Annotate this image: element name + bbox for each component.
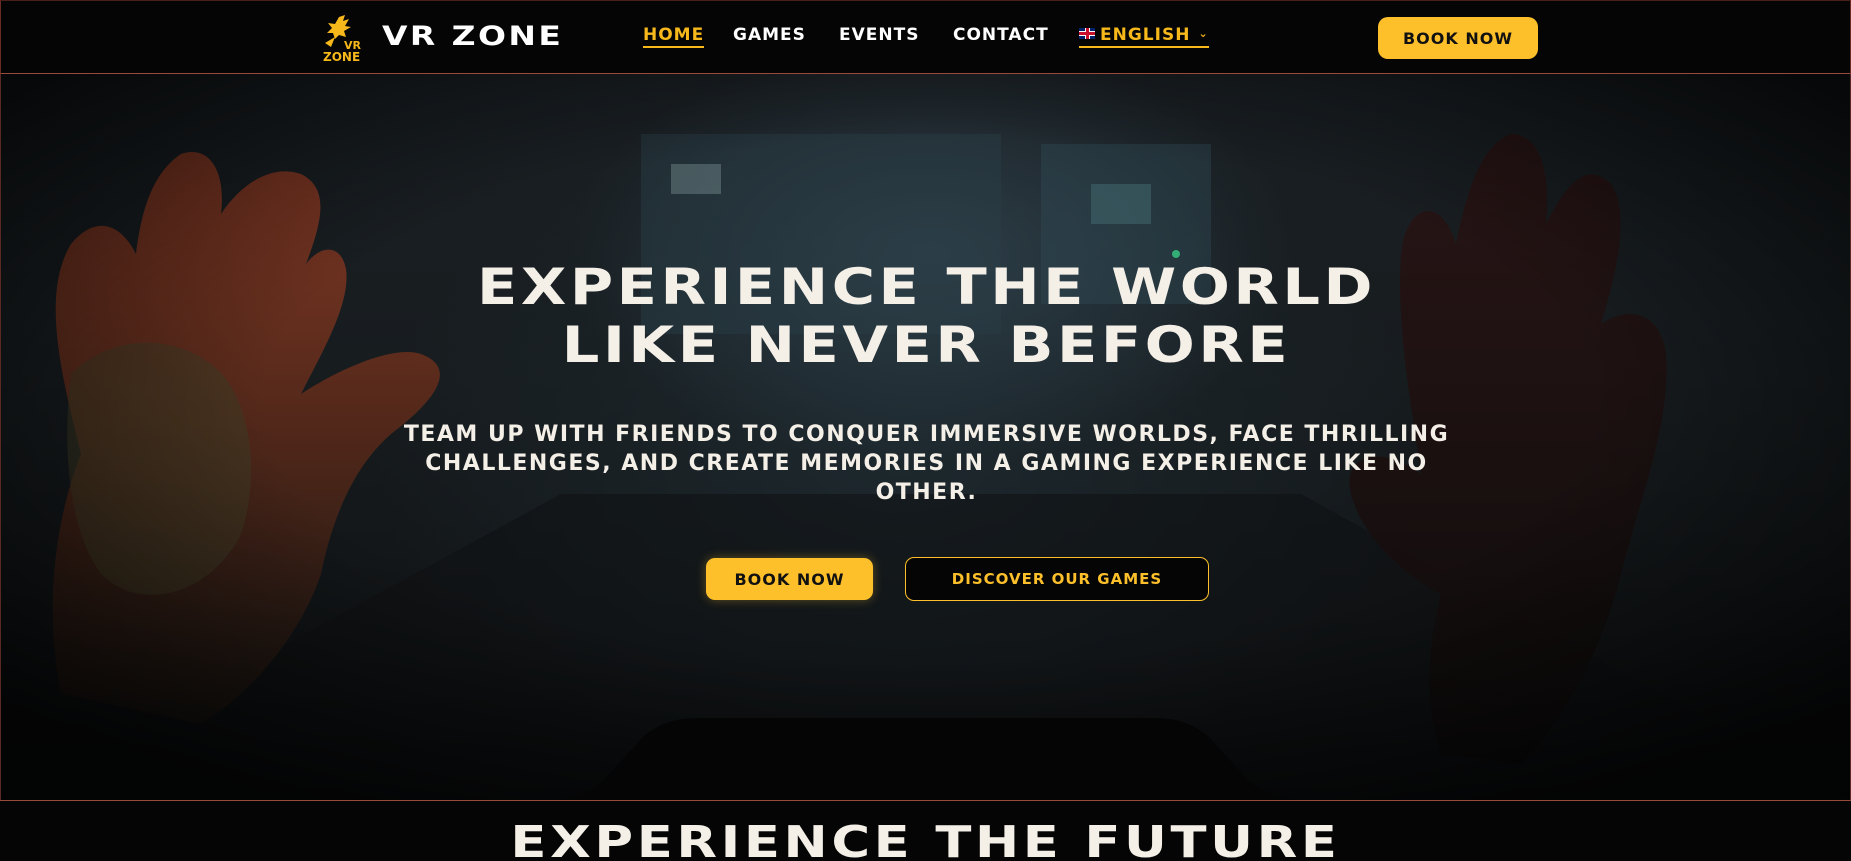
nav-link-events[interactable]: EVENTS bbox=[839, 25, 919, 45]
logo-text-zone: ZONE bbox=[323, 50, 360, 63]
future-section: EXPERIENCE THE FUTURE bbox=[0, 800, 1851, 861]
discover-games-button[interactable]: DISCOVER OUR GAMES bbox=[905, 557, 1209, 601]
hero-title-line-2: LIKE NEVER BEFORE bbox=[561, 316, 1292, 374]
nav-link-home[interactable]: HOME bbox=[643, 25, 705, 48]
hero-subtitle: TEAM UP WITH FRIENDS TO CONQUER IMMERSIV… bbox=[403, 422, 1450, 505]
language-label: ENGLISH bbox=[1100, 25, 1191, 45]
logo-icon[interactable]: VR ZONE bbox=[319, 13, 367, 64]
top-navigation: VR ZONE VR ZONE HOME GAMES EVENTS CONTAC… bbox=[0, 0, 1851, 74]
section-title: EXPERIENCE THE FUTURE bbox=[510, 817, 1341, 861]
section-divider-tab bbox=[549, 718, 1303, 800]
hero-title-line-1: EXPERIENCE THE WORLD bbox=[476, 258, 1377, 316]
hero-title: EXPERIENCE THE WORLD LIKE NEVER BEFORE bbox=[1, 258, 1850, 374]
brand-name[interactable]: VR ZONE bbox=[382, 21, 563, 52]
nav-link-contact[interactable]: CONTACT bbox=[953, 25, 1049, 45]
language-selector[interactable]: ENGLISH ⌄ bbox=[1079, 25, 1209, 48]
chevron-down-icon: ⌄ bbox=[1198, 27, 1209, 40]
uk-flag-icon bbox=[1079, 28, 1095, 39]
nav-link-games[interactable]: GAMES bbox=[733, 25, 806, 45]
hero-section: EXPERIENCE THE WORLD LIKE NEVER BEFORE T… bbox=[0, 74, 1851, 800]
book-now-nav-button[interactable]: BOOK NOW bbox=[1378, 17, 1538, 59]
book-now-hero-button[interactable]: BOOK NOW bbox=[706, 558, 873, 600]
